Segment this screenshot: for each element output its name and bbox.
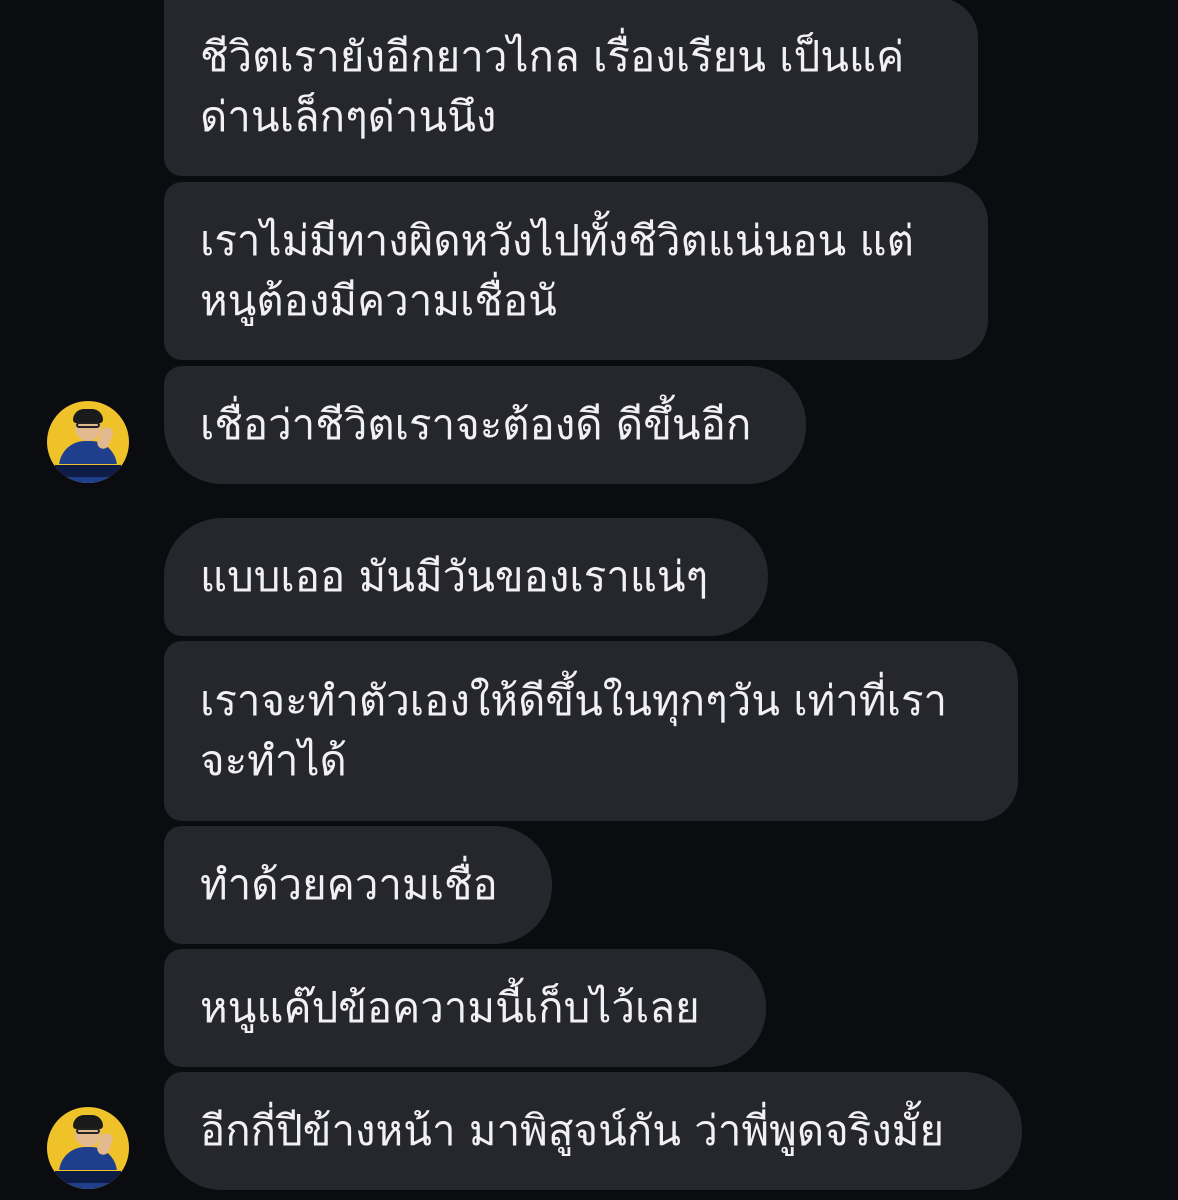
message-text: เราจะทำตัวเองให้ดีขึ้นในทุกๆวัน เท่าที่เ… — [200, 676, 948, 725]
message-text: หนูต้องมีความเชื่อนั — [200, 276, 557, 325]
message-bubble-2[interactable]: เราไม่มีทางผิดหวังไปทั้งชีวิตแน่นอน แต่ … — [164, 182, 988, 360]
message-text: เราไม่มีทางผิดหวังไปทั้งชีวิตแน่นอน แต่ — [200, 216, 914, 265]
message-bubble-4[interactable]: แบบเออ มันมีวันของเราแน่ๆ — [164, 518, 768, 636]
message-bubble-7[interactable]: หนูแค๊ปข้อความนี้เก็บไว้เลย — [164, 949, 766, 1067]
sender-avatar-icon[interactable] — [47, 1107, 129, 1189]
message-text: ทำด้วยความเชื่อ — [200, 860, 498, 909]
sender-avatar-icon[interactable] — [47, 401, 129, 483]
message-text: หนูแค๊ปข้อความนี้เก็บไว้เลย — [200, 983, 700, 1032]
message-text: แบบเออ มันมีวันของเราแน่ๆ — [200, 552, 709, 601]
message-text: ด่านเล็กๆด่านนึง — [200, 92, 497, 141]
message-text: เชื่อว่าชีวิตเราจะต้องดี ดีขึ้นอีก — [200, 400, 752, 449]
message-bubble-5[interactable]: เราจะทำตัวเองให้ดีขึ้นในทุกๆวัน เท่าที่เ… — [164, 641, 1018, 821]
message-bubble-3[interactable]: เชื่อว่าชีวิตเราจะต้องดี ดีขึ้นอีก — [164, 366, 806, 484]
message-text: จะทำได้ — [200, 736, 347, 785]
message-bubble-8[interactable]: อีกกี่ปีข้างหน้า มาพิสูจน์กัน ว่าพี่พูดจ… — [164, 1072, 1022, 1190]
message-text: ชีวิตเรายังอีกยาวไกล เรื่องเรียน เป็นแค่ — [200, 32, 905, 81]
message-bubble-1[interactable]: ชีวิตเรายังอีกยาวไกล เรื่องเรียน เป็นแค่… — [164, 0, 978, 176]
message-bubble-6[interactable]: ทำด้วยความเชื่อ — [164, 826, 552, 944]
message-text: อีกกี่ปีข้างหน้า มาพิสูจน์กัน ว่าพี่พูดจ… — [200, 1106, 945, 1155]
